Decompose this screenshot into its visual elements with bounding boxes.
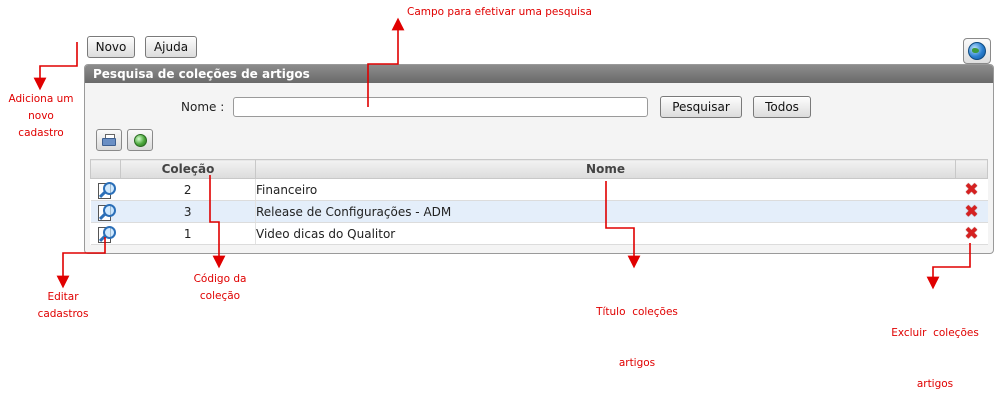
- edit-icon[interactable]: [97, 181, 116, 199]
- print-button[interactable]: [96, 129, 122, 151]
- annotation-line: Excluir coleções: [891, 327, 979, 339]
- delete-icon[interactable]: ✖: [964, 203, 978, 221]
- annotation-line: Editar: [47, 291, 79, 303]
- annotation-line: Título coleções: [596, 306, 678, 318]
- delete-icon[interactable]: ✖: [964, 225, 978, 243]
- annotation-line: cadastros: [37, 308, 89, 320]
- panel-title: Pesquisa de coleções de artigos: [85, 65, 993, 83]
- export-button[interactable]: [127, 129, 153, 151]
- new-button[interactable]: Novo: [87, 36, 135, 58]
- table-row: 3 Release de Configurações - ADM ✖: [90, 200, 988, 223]
- table-row: 1 Video dicas do Qualitor ✖: [90, 222, 988, 245]
- delete-cell: ✖: [955, 178, 988, 201]
- annotation-line: artigos: [916, 378, 954, 390]
- header-delete: [955, 159, 988, 179]
- edit-icon[interactable]: [97, 203, 116, 221]
- annotation-search-field: Campo para efetivar uma pesquisa: [407, 6, 592, 18]
- export-globe-icon: [133, 133, 147, 147]
- annotation-new-record: Adiciona um novo cadastro: [2, 91, 80, 142]
- annotation-line: artigos: [618, 357, 656, 369]
- globe-icon: [968, 42, 986, 60]
- table-header-row: Coleção Nome: [90, 159, 988, 179]
- search-input[interactable]: [233, 97, 648, 117]
- results-table: Coleção Nome 2 Financeiro ✖ 3 Release de…: [90, 159, 988, 245]
- row-name: Video dicas do Qualitor: [255, 222, 956, 245]
- row-code: 3: [120, 200, 256, 223]
- annotation-line: cadastro: [18, 127, 64, 139]
- annotation-code: Código da coleção: [180, 271, 260, 305]
- row-code: 1: [120, 222, 256, 245]
- row-code: 2: [120, 178, 256, 201]
- row-name: Financeiro: [255, 178, 956, 201]
- printer-icon: [102, 134, 116, 146]
- header-name[interactable]: Nome: [255, 159, 956, 179]
- annotation-line: novo: [28, 110, 54, 122]
- search-button[interactable]: Pesquisar: [660, 96, 742, 118]
- header-edit: [90, 159, 121, 179]
- annotation-title: Título coleções artigos: [582, 270, 692, 389]
- table-row: 2 Financeiro ✖: [90, 178, 988, 201]
- annotation-line: coleção: [199, 290, 241, 302]
- search-panel: Pesquisa de coleções de artigos Nome : P…: [84, 64, 994, 254]
- annotation-delete: Excluir coleções artigos: [880, 291, 990, 410]
- edit-cell: [90, 178, 121, 201]
- delete-icon[interactable]: ✖: [964, 181, 978, 199]
- edit-cell: [90, 200, 121, 223]
- edit-cell: [90, 222, 121, 245]
- help-button[interactable]: Ajuda: [145, 36, 197, 58]
- annotation-line: Código da: [193, 273, 247, 285]
- annotation-edit: Editar cadastros: [24, 289, 102, 323]
- delete-cell: ✖: [955, 222, 988, 245]
- delete-cell: ✖: [955, 200, 988, 223]
- annotation-line: Adiciona um: [8, 93, 74, 105]
- all-button[interactable]: Todos: [753, 96, 811, 118]
- edit-icon[interactable]: [97, 225, 116, 243]
- name-label: Nome :: [181, 100, 225, 114]
- header-code[interactable]: Coleção: [120, 159, 256, 179]
- help-globe-button[interactable]: [963, 38, 991, 64]
- row-name: Release de Configurações - ADM: [255, 200, 956, 223]
